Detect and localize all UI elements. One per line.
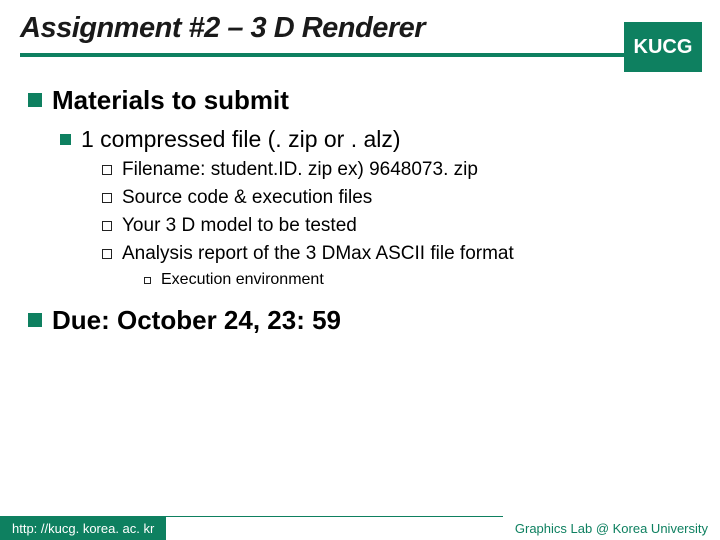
square-icon: [144, 277, 151, 284]
bullet-materials: Materials to submit: [28, 85, 692, 116]
footer: http: //kucg. korea. ac. kr Graphics Lab…: [0, 516, 720, 540]
bullet-text: Source code & execution files: [122, 187, 372, 209]
bullet-text: Due: October 24, 23: 59: [52, 305, 341, 336]
bullet-icon: [28, 93, 42, 107]
item-filename: Filename: student.ID. zip ex) 9648073. z…: [102, 159, 692, 181]
bullet-due: Due: October 24, 23: 59: [28, 305, 692, 336]
bullet-icon: [28, 313, 42, 327]
org-badge: KUCG: [624, 22, 702, 72]
page-title: Assignment #2 – 3 D Renderer: [20, 12, 700, 45]
slide-content: Materials to submit 1 compressed file (.…: [0, 57, 720, 336]
bullet-text: 1 compressed file (. zip or . alz): [81, 126, 401, 153]
item-analysis: Analysis report of the 3 DMax ASCII file…: [102, 243, 692, 265]
bullet-text: Analysis report of the 3 DMax ASCII file…: [122, 243, 514, 265]
item-source: Source code & execution files: [102, 187, 692, 209]
subbullet-compressed: 1 compressed file (. zip or . alz): [60, 126, 692, 153]
bullet-text: Your 3 D model to be tested: [122, 215, 357, 237]
bullet-text: Materials to submit: [52, 85, 289, 116]
square-icon: [102, 193, 112, 203]
bullet-icon: [60, 134, 71, 145]
bullet-text: Filename: student.ID. zip ex) 9648073. z…: [122, 159, 478, 181]
item-3dmodel: Your 3 D model to be tested: [102, 215, 692, 237]
square-icon: [102, 221, 112, 231]
footer-credit: Graphics Lab @ Korea University: [503, 521, 720, 536]
bullet-text: Execution environment: [161, 271, 324, 289]
square-icon: [102, 165, 112, 175]
footer-rule: [166, 516, 503, 540]
subitem-execution: Execution environment: [144, 271, 692, 289]
square-icon: [102, 249, 112, 259]
footer-url: http: //kucg. korea. ac. kr: [0, 516, 166, 540]
